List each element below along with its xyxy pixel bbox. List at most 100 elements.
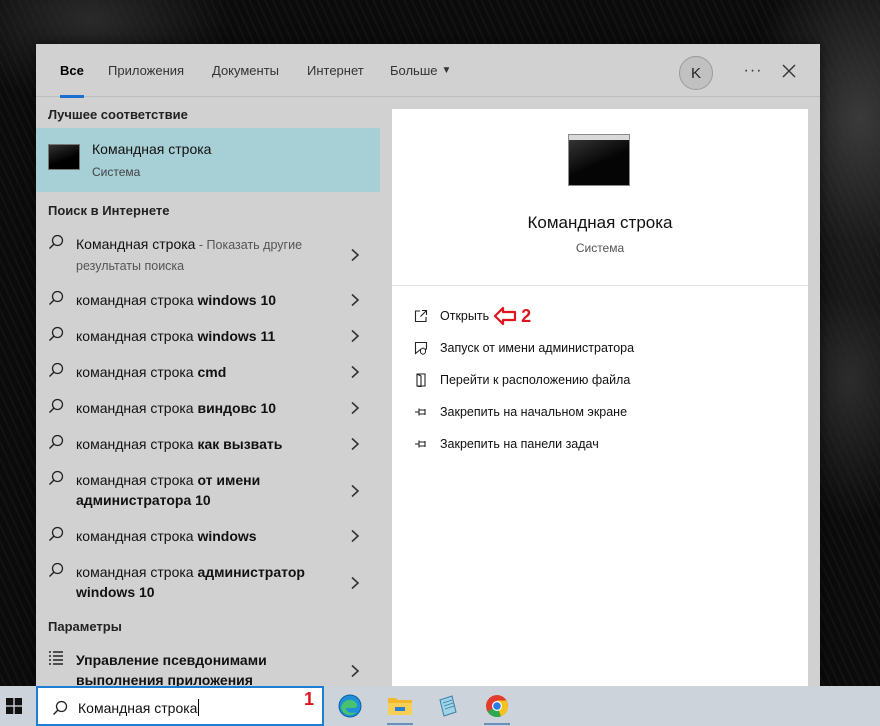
more-options-button[interactable]: ··· <box>736 56 770 86</box>
run-as-admin-action[interactable]: Запуск от имени администратора <box>414 337 794 359</box>
preview-divider <box>392 285 808 286</box>
notepad-icon <box>439 695 457 717</box>
file-location-icon <box>416 373 426 387</box>
avatar-initial: K <box>690 64 701 82</box>
web-result-item[interactable]: командная строка windows <box>36 526 380 548</box>
result-prefix: командная строка <box>76 400 198 416</box>
shield-icon <box>414 341 428 355</box>
web-result-item[interactable]: Командная строка - Показать другие резул… <box>36 234 380 278</box>
tab-internet[interactable]: Интернет <box>307 44 364 97</box>
chevron-right-icon <box>351 529 360 543</box>
tab-label: Интернет <box>307 63 364 78</box>
text-cursor <box>198 699 200 716</box>
web-result-text: командная строка cmd <box>76 362 346 382</box>
search-icon <box>49 362 64 377</box>
web-result-text: командная строка администратор windows 1… <box>76 562 346 602</box>
open-action[interactable]: Открыть 2 <box>414 305 794 327</box>
chevron-right-icon <box>351 329 360 343</box>
web-result-text: командная строка windows <box>76 526 346 546</box>
open-icon <box>414 309 428 323</box>
result-bold: windows <box>197 528 257 544</box>
preview-subtitle: Система <box>575 241 625 255</box>
result-prefix: командная строка <box>76 528 198 544</box>
search-icon <box>49 562 64 577</box>
web-result-item[interactable]: командная строка виндовс 10 <box>36 398 380 420</box>
chevron-right-icon <box>351 664 360 678</box>
web-result-text: Командная строка - Показать другие резул… <box>76 234 346 276</box>
pin-to-taskbar-action[interactable]: Закрепить на панели задач <box>414 433 794 455</box>
web-result-text: командная строка как вызвать <box>76 434 346 454</box>
result-prefix: командная строка <box>76 564 198 580</box>
search-icon <box>49 234 64 249</box>
web-result-item[interactable]: командная строка windows 11 <box>36 326 380 348</box>
search-panel: Все Приложения Документы Интернет Больше… <box>36 44 820 686</box>
web-result-item[interactable]: командная строка администратор windows 1… <box>36 562 380 606</box>
settings-list-icon <box>49 651 63 665</box>
search-value: Командная строка <box>78 700 198 716</box>
result-prefix: Командная строка <box>76 236 196 252</box>
search-icon <box>49 326 64 341</box>
search-icon <box>49 526 64 541</box>
chevron-right-icon <box>351 576 360 590</box>
close-button[interactable] <box>774 56 804 86</box>
search-icon <box>49 290 64 305</box>
chrome-taskbar-button[interactable] <box>481 690 513 725</box>
result-bold: cmd <box>197 364 227 380</box>
annotation-step-2: 2 <box>521 305 532 326</box>
action-label: Запуск от имени администратора <box>440 341 635 355</box>
action-label: Перейти к расположению файла <box>440 373 631 387</box>
taskbar-search-box[interactable]: Командная строка 1 <box>36 686 324 726</box>
tab-label: Все <box>60 63 84 78</box>
tab-more[interactable]: Больше ▼ <box>390 44 451 97</box>
caret-down-icon: ▼ <box>441 65 452 76</box>
start-button[interactable] <box>0 686 28 726</box>
chevron-right-icon <box>351 484 360 498</box>
pin-icon <box>415 408 426 416</box>
tab-label: Приложения <box>108 63 185 78</box>
notepad-taskbar-button[interactable] <box>432 690 464 722</box>
web-result-text: командная строка windows 10 <box>76 290 346 310</box>
account-avatar[interactable]: K <box>679 56 713 90</box>
chevron-right-icon <box>351 293 360 307</box>
action-label: Открыть <box>440 309 490 323</box>
action-label: Закрепить на начальном экране <box>440 405 628 419</box>
chevron-right-icon <box>351 401 360 415</box>
pin-icon <box>415 440 426 448</box>
pin-to-start-action[interactable]: Закрепить на начальном экране <box>414 401 794 423</box>
section-settings: Параметры <box>48 619 122 634</box>
tab-all[interactable]: Все <box>60 44 84 98</box>
open-file-location-action[interactable]: Перейти к расположению файла <box>414 369 794 391</box>
tab-documents[interactable]: Документы <box>212 44 279 97</box>
chevron-right-icon <box>351 365 360 379</box>
annotation-arrow-icon <box>493 306 517 326</box>
result-bold: windows 11 <box>197 328 276 344</box>
search-input[interactable]: Командная строка <box>78 699 200 716</box>
web-result-item[interactable]: командная строка windows 10 <box>36 290 380 312</box>
best-match-item[interactable]: Командная строка Система <box>36 128 380 192</box>
result-bold: windows 10 <box>197 292 277 308</box>
file-explorer-taskbar-button[interactable] <box>384 690 416 725</box>
web-result-item[interactable]: командная строка от имени администратора… <box>36 470 380 514</box>
taskbar: Командная строка 1 <box>0 686 880 726</box>
preview-title: Командная строка <box>527 213 673 232</box>
command-prompt-icon <box>48 144 80 170</box>
section-web-search: Поиск в Интернете <box>48 203 170 218</box>
settings-result-item[interactable]: Управление псевдонимами выполнения прило… <box>36 650 380 686</box>
close-icon <box>782 64 796 78</box>
edge-taskbar-button[interactable] <box>334 690 366 722</box>
annotation-step-1: 1 <box>304 689 315 709</box>
tab-apps[interactable]: Приложения <box>108 44 184 97</box>
tab-label: Документы <box>212 63 280 78</box>
result-prefix: командная строка <box>76 328 198 344</box>
tab-label: Больше <box>390 63 438 78</box>
result-bold: как вызвать <box>197 436 283 452</box>
web-result-item[interactable]: командная строка как вызвать <box>36 434 380 456</box>
result-prefix: командная строка <box>76 436 198 452</box>
web-result-text: командная строка от имени администратора… <box>76 470 346 510</box>
command-prompt-icon <box>568 134 630 186</box>
web-result-item[interactable]: командная строка cmd <box>36 362 380 384</box>
windows-logo-icon <box>6 698 22 714</box>
result-prefix: командная строка <box>76 364 198 380</box>
best-match-subtitle: Система <box>92 165 141 179</box>
filter-tabs: Все Приложения Документы Интернет Больше… <box>36 44 820 98</box>
